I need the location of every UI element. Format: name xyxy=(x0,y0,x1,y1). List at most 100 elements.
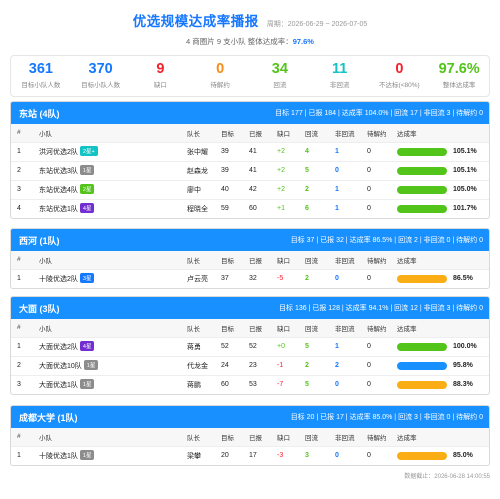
rate-cell: 95.8% xyxy=(391,356,489,376)
reported-value: 53 xyxy=(249,381,257,389)
row-index: 4 xyxy=(17,205,21,213)
rate-bar-wrap: 100.0% xyxy=(397,342,489,351)
back-value: 4 xyxy=(299,142,329,162)
rate-value: 100.0% xyxy=(453,343,477,350)
rate-bar xyxy=(397,204,447,213)
rate-value: 105.0% xyxy=(453,186,477,193)
table-row[interactable]: 2 大面优选10队 1星 代龙金 24 23 -1 2 2 0 95.8% xyxy=(11,356,489,376)
overall-summary: 4 商圈片 9 支小队 整体达成率：97.6% xyxy=(0,36,500,47)
page-title: 优选规模达成率播报 xyxy=(132,14,259,29)
stat-value: 11 xyxy=(331,61,348,77)
region-section: 西河 (1队) 目标 37 | 已报 32 | 达成率 86.5% | 回流 2 … xyxy=(10,228,490,289)
gap-value: -7 xyxy=(277,381,284,389)
table-header-row: # 小队 队长 目标 已报 缺口 回流 非回流 待解约 达成率 xyxy=(11,428,489,447)
rate-value: 105.1% xyxy=(453,167,477,174)
table-row[interactable]: 1 洪河优选2队 2星+ 张中耀 39 41 +2 4 1 0 105.1% xyxy=(11,142,489,162)
pending-value: 0 xyxy=(361,142,391,162)
column-header: 待解约 xyxy=(361,319,391,338)
table-row[interactable]: 1 十陵优选2队 3星 卢云亮 37 32 -5 2 0 0 86.5% xyxy=(11,269,489,288)
rate-cell: 101.7% xyxy=(391,199,489,218)
pending-value: 0 xyxy=(367,452,371,460)
stat-item: 361 目标小队人数 xyxy=(11,56,71,96)
team-name-text: 东站优选1队 xyxy=(39,206,78,214)
stat-item: 370 目标小队人数 xyxy=(71,56,131,96)
leader-name: 程晓全 xyxy=(187,205,208,213)
leader-name: 蒋鹏 xyxy=(187,381,201,389)
star-badge: 4星 xyxy=(79,341,95,351)
rate-value: 101.7% xyxy=(453,205,477,213)
column-header: 队长 xyxy=(181,124,215,143)
pending-value: 0 xyxy=(367,275,371,283)
team-name: 大面优选1队 1星 xyxy=(33,375,181,394)
section-header: 西河 (1队) 目标 37 | 已报 32 | 达成率 86.5% | 回流 2 … xyxy=(11,229,489,251)
nonback-value: 0 xyxy=(335,275,339,283)
column-header: 队长 xyxy=(181,251,215,270)
leader-name: 卢云亮 xyxy=(187,275,208,283)
pending-value: 0 xyxy=(361,356,391,376)
table-row[interactable]: 1 大面优选2队 4星 蒋勇 52 52 +0 5 1 0 100.0% xyxy=(11,337,489,357)
column-header: 小队 xyxy=(33,428,181,447)
stat-label: 目标小队人数 xyxy=(81,82,121,89)
table-row[interactable]: 3 东站优选4队 2星 廖中 40 42 +2 2 1 0 105.0% xyxy=(11,180,489,200)
nonback-value: 0 xyxy=(335,452,339,460)
star-badge: 1星 xyxy=(79,379,95,390)
rate-cell: 105.1% xyxy=(391,142,489,162)
team-name-text: 十陵优选2队 xyxy=(39,276,78,284)
section-name: 东站 (4队) xyxy=(19,108,60,119)
reported-value: 60 xyxy=(249,205,257,213)
reported-value: 42 xyxy=(243,180,271,200)
reported-value: 32 xyxy=(249,275,257,283)
stat-label: 不达标(<80%) xyxy=(379,82,420,89)
stat-value: 9 xyxy=(156,61,165,77)
table-header-row: # 小队 队长 目标 已报 缺口 回流 非回流 待解约 达成率 xyxy=(11,251,489,270)
period-text: 周期：2026-06-29 ~ 2026-07-05 xyxy=(266,21,368,28)
section-header: 成都大学 (1队) 目标 20 | 已报 17 | 达成率 85.0% | 回流 … xyxy=(11,406,489,428)
rate-bar-wrap: 105.0% xyxy=(397,185,489,194)
team-name-text: 东站优选3队 xyxy=(39,168,78,175)
back-value: 5 xyxy=(305,381,309,389)
column-header: 待解约 xyxy=(361,251,391,270)
stat-item: 34 回流 xyxy=(250,56,310,96)
leader-name: 梁攀 xyxy=(187,452,201,460)
stat-label: 待解约 xyxy=(210,82,230,89)
stat-label: 非回流 xyxy=(329,82,350,89)
team-name: 东站优选4队 2星 xyxy=(33,180,181,200)
row-index: 1 xyxy=(17,275,21,283)
team-name: 洪河优选2队 2星+ xyxy=(33,142,181,162)
column-header: 缺口 xyxy=(271,319,299,338)
column-header: 回流 xyxy=(299,319,329,338)
region-section: 成都大学 (1队) 目标 20 | 已报 17 | 达成率 85.0% | 回流 … xyxy=(10,405,490,466)
column-header: 队长 xyxy=(181,319,215,338)
column-header: # xyxy=(11,319,33,338)
table-header-row: # 小队 队长 目标 已报 缺口 回流 非回流 待解约 达成率 xyxy=(11,319,489,338)
column-header: 已报 xyxy=(243,428,271,447)
column-header: 回流 xyxy=(299,428,329,447)
rate-bar-wrap: 85.0% xyxy=(397,451,489,460)
table-row[interactable]: 1 十陵优选1队 1星 梁攀 20 17 -3 3 0 0 85.0% xyxy=(11,446,489,465)
team-name: 大面优选10队 1星 xyxy=(33,356,181,376)
team-name: 东站优选3队 1星 xyxy=(33,161,181,181)
gap-value: -1 xyxy=(271,356,299,376)
rate-bar xyxy=(397,274,447,283)
rate-value: 86.5% xyxy=(453,275,473,283)
back-value: 2 xyxy=(299,356,329,376)
column-header: 非回流 xyxy=(329,251,361,270)
star-badge: 1星 xyxy=(83,360,99,370)
table-row[interactable]: 2 东站优选3队 1星 赵森龙 39 41 +2 5 0 0 105.1% xyxy=(11,161,489,181)
rate-bar xyxy=(397,185,447,194)
column-header: 小队 xyxy=(33,319,181,338)
gap-value: -5 xyxy=(277,275,284,283)
table-row[interactable]: 4 东站优选1队 4星 程晓全 59 60 +1 6 1 0 101.7% xyxy=(11,199,489,218)
rate-bar-wrap: 95.8% xyxy=(397,361,489,370)
nonback-value: 1 xyxy=(335,205,339,213)
table-row[interactable]: 3 大面优选1队 1星 蒋鹏 60 53 -7 5 0 0 88.3% xyxy=(11,375,489,394)
section-name: 西河 (1队) xyxy=(19,235,60,246)
column-header: # xyxy=(11,428,33,447)
rate-bar-wrap: 101.7% xyxy=(397,204,489,213)
gap-value: +2 xyxy=(271,161,299,181)
section-name: 成都大学 (1队) xyxy=(19,412,78,423)
target-value: 59 xyxy=(221,205,229,213)
column-header: 达成率 xyxy=(391,428,489,447)
section-name: 大面 (3队) xyxy=(19,303,60,314)
pending-value: 0 xyxy=(367,381,371,389)
